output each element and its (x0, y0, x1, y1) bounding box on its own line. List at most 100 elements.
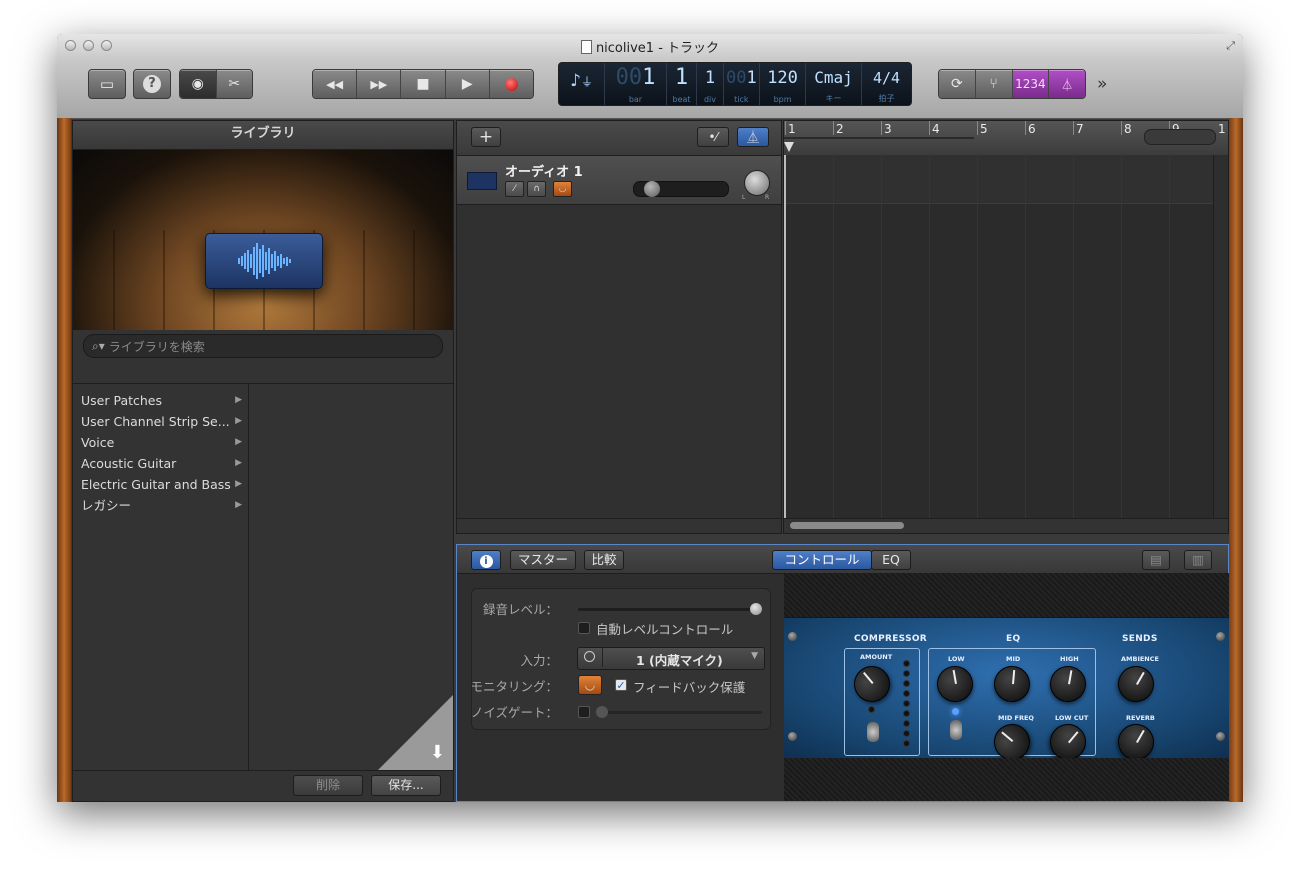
fast-forward-button[interactable]: ▶▶ (357, 70, 402, 98)
lcd-tempo-cell[interactable]: 120 bpm (760, 63, 807, 105)
lcd-bar-dim: 00 (615, 65, 643, 90)
lcd-signature-cell[interactable]: 4/4 拍子 (862, 63, 911, 105)
master-button[interactable]: マスター (510, 550, 576, 570)
ruler-bar-number: 7 (1076, 122, 1084, 136)
horizontal-scrollbar[interactable] (784, 518, 1228, 533)
vertical-scrollbar[interactable] (1213, 155, 1228, 521)
smart-controls-toolbar: i マスター 比較 コントロール EQ ▤ ▥ (457, 545, 1228, 574)
monitoring-button[interactable]: ◡ (578, 675, 602, 695)
meter-led (903, 690, 910, 697)
stage-plank (363, 230, 365, 330)
lcd-mode-cell[interactable]: ♪⏚ (559, 63, 606, 105)
ruler-bar-number: 4 (932, 122, 940, 136)
transport-controls: ◀◀ ▶▶ ■ ▶ (312, 69, 534, 99)
timeline-ruler[interactable]: 1 2 3 4 5 6 7 8 9 1 (784, 121, 1228, 156)
editors-button[interactable]: ✂ (216, 70, 252, 98)
delete-button[interactable]: 削除 (293, 775, 363, 796)
more-button[interactable]: » (1097, 74, 1107, 94)
count-in-button[interactable]: 1234 (1012, 70, 1050, 98)
library-button[interactable]: ▭ (88, 69, 126, 99)
volume-knob[interactable] (644, 181, 660, 197)
chevron-right-icon: ▶ (235, 416, 242, 426)
track-header-audio-1[interactable]: オーディオ 1 ⁄ ∩ ◡ L R (457, 156, 781, 205)
noise-gate-label: ノイズゲート： (470, 705, 558, 720)
track-lane-audio-1[interactable] (784, 155, 1228, 204)
briefcase-button[interactable]: ▤ (1142, 550, 1170, 570)
noise-gate-knob[interactable] (596, 706, 608, 718)
track-volume-slider[interactable] (633, 181, 729, 197)
save-button[interactable]: 保存... (371, 775, 441, 796)
screw-icon (1216, 732, 1225, 741)
flex-button[interactable]: ⏅ (737, 127, 769, 147)
mute-button[interactable]: ⁄ (505, 181, 524, 197)
input-monitoring-button[interactable]: ◡ (553, 181, 572, 197)
amp-controls: COMPRESSOR AMOUNT EQ LOW MID HIGH MID FR… (784, 573, 1229, 801)
tab-eq[interactable]: EQ (871, 550, 911, 570)
metronome-button[interactable]: ⏃ (1049, 70, 1085, 98)
library-item[interactable]: User Patches ▶ (73, 390, 248, 411)
waveform-icon (237, 243, 291, 279)
cycle-region[interactable] (784, 137, 974, 139)
flex-icon: ⏅ (746, 130, 759, 144)
input-select[interactable]: 1 (内蔵マイク) ▼ (577, 647, 765, 670)
stop-icon: ■ (416, 76, 430, 92)
library-search-field[interactable]: ⌕▾ ライブラリを検索 (83, 334, 443, 358)
document-icon (580, 40, 592, 54)
stage-plank (163, 230, 165, 330)
lcd-signature-value: 4/4 (872, 69, 901, 87)
zoom-slider[interactable] (1144, 129, 1216, 145)
compare-button[interactable]: 比較 (584, 550, 624, 570)
track-name[interactable]: オーディオ 1 (505, 161, 583, 180)
auto-level-checkbox[interactable] (578, 622, 590, 634)
record-button[interactable] (489, 70, 533, 98)
ambience-label: AMBIENCE (1121, 655, 1159, 663)
library-footer: 削除 保存... (73, 770, 453, 801)
library-item[interactable]: Electric Guitar and Bass ▶ (73, 474, 248, 495)
library-item-label: User Patches (81, 393, 162, 408)
toolbar: nicolive1 - トラック ⤢ ▭ ? ◉ ✂ ◀◀ ▶▶ ■ ▶ ♪⏚ … (57, 34, 1243, 119)
fullscreen-icon[interactable]: ⤢ (1226, 39, 1235, 53)
rec-level-knob[interactable] (750, 603, 762, 615)
tab-controls[interactable]: コントロール (772, 550, 872, 570)
library-item[interactable]: レガシー ▶ (73, 495, 248, 516)
search-icon: ⌕▾ (92, 338, 105, 353)
rec-level-label: 録音レベル： (482, 602, 558, 617)
info-button[interactable]: i (471, 550, 501, 570)
lcd-bpm-label: bpm (773, 95, 792, 104)
library-item[interactable]: Acoustic Guitar ▶ (73, 453, 248, 474)
smart-controls-button[interactable]: ◉ (180, 70, 217, 98)
pan-knob[interactable] (744, 170, 770, 196)
track-header-scrollbar[interactable] (457, 518, 781, 533)
feedback-protection-checkbox[interactable]: ✓ (615, 679, 627, 691)
cycle-button[interactable]: ⟳ (939, 70, 976, 98)
add-track-button[interactable]: + (471, 127, 501, 147)
noise-gate-slider[interactable] (596, 706, 762, 718)
tuner-button[interactable]: ⑂ (975, 70, 1013, 98)
lcd-display[interactable]: ♪⏚ 001 bar 1 beat 1 div 001 tick 120 bpm (558, 62, 912, 106)
grid-line (1169, 155, 1170, 521)
ambience-knob[interactable] (1111, 659, 1161, 709)
library-item[interactable]: User Channel Strip Se... ▶ (73, 411, 248, 432)
amount-label: AMOUNT (860, 653, 893, 661)
rewind-button[interactable]: ◀◀ (313, 70, 358, 98)
automation-button[interactable]: •⁄ (697, 127, 729, 147)
panel-toggle-button[interactable]: ▥ (1184, 550, 1212, 570)
play-button[interactable]: ▶ (445, 70, 490, 98)
library-icon: ▭ (99, 75, 115, 93)
scroll-thumb[interactable] (790, 522, 904, 529)
arrange-area[interactable]: 1 2 3 4 5 6 7 8 9 1 (783, 120, 1229, 534)
ruler-tick (929, 121, 930, 135)
noise-gate-checkbox[interactable] (578, 706, 590, 718)
library-item[interactable]: Voice ▶ (73, 432, 248, 453)
scissors-icon: ✂ (228, 76, 241, 92)
lcd-key-cell[interactable]: Cmaj キー (806, 63, 862, 105)
stop-button[interactable]: ■ (401, 70, 446, 98)
playhead-icon[interactable] (784, 142, 794, 152)
rec-level-slider[interactable] (578, 603, 762, 615)
solo-button[interactable]: ∩ (527, 181, 546, 197)
chevron-right-icon: ▶ (235, 500, 242, 510)
compressor-toggle-switch[interactable] (867, 722, 879, 742)
library-item-label: Electric Guitar and Bass (81, 477, 231, 492)
help-button[interactable]: ? (133, 69, 171, 99)
eq-toggle-switch[interactable] (950, 720, 962, 740)
